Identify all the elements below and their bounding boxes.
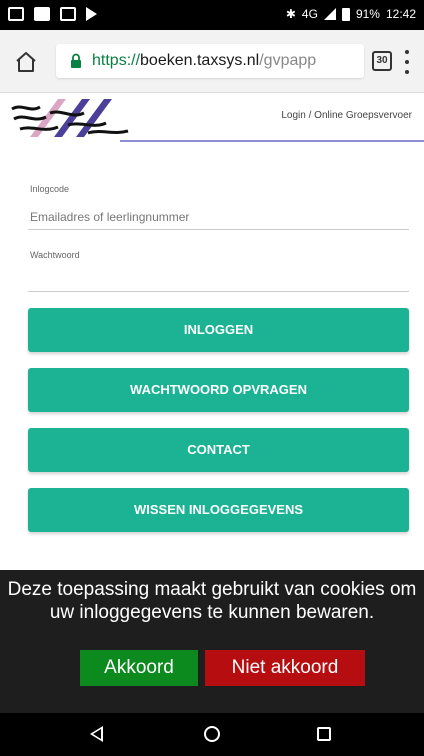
overflow-menu-icon[interactable]: [404, 50, 410, 74]
cookie-banner: Deze toepassing maakt gebruikt van cooki…: [0, 570, 424, 713]
request-password-button[interactable]: WACHTWOORD OPVRAGEN: [28, 368, 409, 412]
battery-icon: [341, 7, 350, 21]
login-button[interactable]: INLOGGEN: [28, 308, 409, 352]
address-bar[interactable]: https://boeken.taxsys.nl/gvpapp: [56, 44, 364, 78]
login-code-input[interactable]: [28, 204, 409, 230]
notification-icons: [8, 7, 97, 21]
site-tagline: Login / Online Groepsvervoer: [281, 110, 412, 121]
contact-button[interactable]: CONTACT: [28, 428, 409, 472]
home-icon[interactable]: [14, 50, 38, 74]
system-status: ✱ 4G 91% 12:42: [286, 7, 416, 21]
recents-icon[interactable]: [317, 727, 331, 741]
login-code-label: Inlogcode: [30, 184, 70, 194]
network-type: 4G: [301, 7, 318, 21]
bus-notification-icon: [60, 7, 76, 21]
status-bar: ✱ 4G 91% 12:42: [0, 0, 424, 30]
password-input[interactable]: [28, 266, 409, 292]
url-scheme: https://: [92, 52, 141, 69]
bluetooth-icon: ✱: [285, 7, 296, 21]
site-header: Login / Online Groepsvervoer: [0, 93, 424, 143]
play-store-notification-icon: [86, 7, 97, 21]
clear-credentials-button[interactable]: WISSEN INLOGGEGEVENS: [28, 488, 409, 532]
cookie-accept-button[interactable]: Akkoord: [80, 650, 198, 686]
lock-icon: [71, 53, 81, 68]
cookie-message: Deze toepassing maakt gebruikt van cooki…: [7, 579, 417, 623]
url-host: boeken.taxsys.nl: [140, 52, 260, 69]
clock: 12:42: [385, 7, 416, 21]
browser-toolbar: https://boeken.taxsys.nl/gvpapp 30: [0, 30, 424, 93]
home-circle-icon[interactable]: [204, 726, 220, 742]
cookie-decline-button[interactable]: Niet akkoord: [205, 650, 365, 686]
signal-icon: [323, 8, 336, 20]
tabs-count-button[interactable]: 30: [372, 51, 392, 71]
password-label: Wachtwoord: [30, 250, 80, 260]
navigation-bar: [0, 713, 424, 756]
header-divider: [120, 140, 424, 142]
url-path: /gvpapp: [259, 52, 317, 69]
url-text: https://boeken.taxsys.nl/gvpapp: [92, 52, 316, 70]
company-logo: [11, 99, 129, 137]
linkedin-notification-icon: [34, 7, 50, 21]
battery-percent: 91%: [355, 7, 380, 21]
image-notification-icon: [8, 7, 24, 21]
back-icon[interactable]: [90, 726, 103, 742]
